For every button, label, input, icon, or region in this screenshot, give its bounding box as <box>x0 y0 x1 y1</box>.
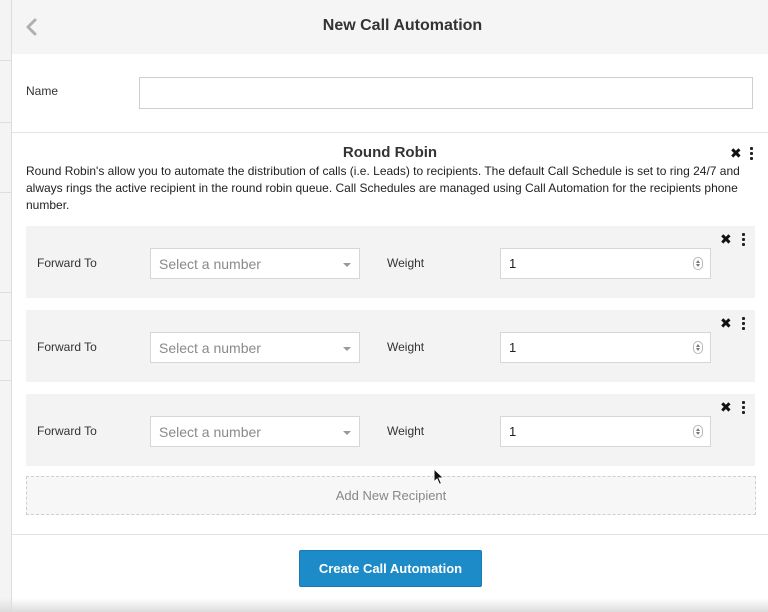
weight-label: Weight <box>387 424 425 438</box>
forward-to-select[interactable]: Select a number <box>150 248 360 279</box>
number-spinner-icon[interactable] <box>693 257 703 270</box>
name-label: Name <box>26 84 59 98</box>
section-divider <box>12 132 768 133</box>
footer-divider <box>12 534 768 535</box>
panel-header: New Call Automation <box>12 0 768 54</box>
mouse-cursor-icon <box>433 468 445 486</box>
call-automation-panel: New Call Automation Name Round Robin ✖ R… <box>12 0 768 612</box>
remove-recipient-icon[interactable]: ✖ <box>720 231 732 247</box>
remove-recipient-icon[interactable]: ✖ <box>720 315 732 331</box>
weight-label: Weight <box>387 256 425 270</box>
forward-to-placeholder: Select a number <box>159 256 261 272</box>
weight-input[interactable]: 1 <box>500 332 711 363</box>
caret-down-icon <box>343 347 351 351</box>
bottom-shadow <box>0 598 768 612</box>
forward-to-label: Forward To <box>37 340 97 354</box>
weight-input[interactable]: 1 <box>500 248 711 279</box>
number-spinner-icon[interactable] <box>693 425 703 438</box>
recipient-row: Forward To Select a number Weight 1 ✖ <box>26 394 755 466</box>
weight-input[interactable]: 1 <box>500 416 711 447</box>
forward-to-select[interactable]: Select a number <box>150 332 360 363</box>
recipient-drag-handle-icon[interactable] <box>741 401 747 415</box>
forward-to-placeholder: Select a number <box>159 340 261 356</box>
weight-value: 1 <box>509 424 517 439</box>
add-recipient-button[interactable]: Add New Recipient <box>26 476 756 515</box>
page-title: New Call Automation <box>322 17 483 34</box>
weight-label: Weight <box>387 340 425 354</box>
weight-value: 1 <box>509 340 517 355</box>
forward-to-label: Forward To <box>37 424 97 438</box>
recipient-drag-handle-icon[interactable] <box>741 233 747 247</box>
caret-down-icon <box>343 263 351 267</box>
recipient-row: Forward To Select a number Weight 1 ✖ <box>26 310 755 382</box>
forward-to-placeholder: Select a number <box>159 424 261 440</box>
name-input[interactable] <box>139 77 753 109</box>
name-row: Name <box>12 54 768 132</box>
round-robin-drag-handle-icon[interactable] <box>749 147 755 161</box>
weight-value: 1 <box>509 256 517 271</box>
forward-to-select[interactable]: Select a number <box>150 416 360 447</box>
number-spinner-icon[interactable] <box>693 341 703 354</box>
recipient-drag-handle-icon[interactable] <box>741 317 747 331</box>
round-robin-title: Round Robin <box>342 144 438 161</box>
remove-recipient-icon[interactable]: ✖ <box>720 399 732 415</box>
create-call-automation-button[interactable]: Create Call Automation <box>299 550 482 587</box>
forward-to-label: Forward To <box>37 256 97 270</box>
background-page-strip <box>0 0 12 612</box>
remove-round-robin-icon[interactable]: ✖ <box>730 145 742 161</box>
round-robin-description: Round Robin's allow you to automate the … <box>26 164 740 212</box>
recipient-row: Forward To Select a number Weight 1 ✖ <box>26 226 755 298</box>
caret-down-icon <box>343 431 351 435</box>
